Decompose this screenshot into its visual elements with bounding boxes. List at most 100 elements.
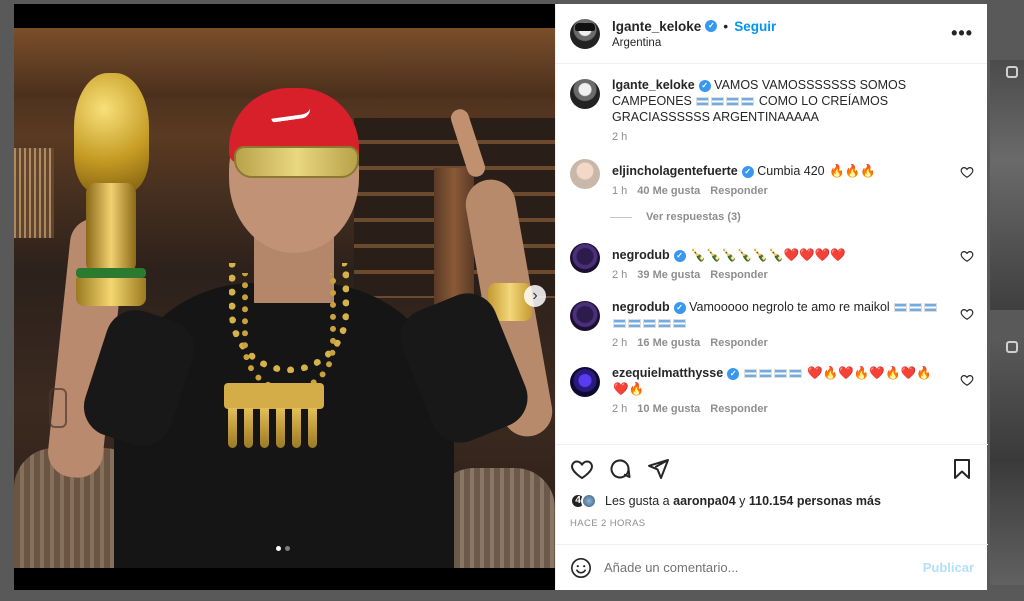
comment-meta: 1 h 40 Me gusta Responder (612, 185, 950, 197)
location-link[interactable]: Argentina (612, 37, 951, 49)
reply-button[interactable]: Responder (710, 403, 767, 415)
header-line: lgante_keloke ✓ • Seguir (612, 18, 951, 34)
avatar[interactable] (570, 79, 600, 109)
argentina-flag-icon (673, 319, 686, 329)
world-cup-trophy (64, 73, 159, 308)
argentina-flag-icon (643, 319, 656, 329)
reply-button[interactable]: Responder (710, 269, 767, 281)
comment-time: 2 h (612, 403, 628, 415)
likes-count-link[interactable]: 39 Me gusta (637, 269, 700, 281)
comment-time: 1 h (612, 185, 628, 197)
trophy-stem (86, 183, 136, 273)
comment-meta: 2 h 10 Me gusta Responder (612, 403, 950, 415)
likes-avatars: 4 (570, 493, 597, 509)
heart-icon[interactable] (960, 165, 974, 179)
post-modal: › lgante_keloke ✓ • Seguir Argentina ••• (14, 4, 988, 590)
comment-username[interactable]: negrodub (612, 248, 670, 262)
comment-username[interactable]: eljincholagentefuerte (612, 164, 738, 178)
carousel-dot (285, 546, 290, 551)
argentina-flag-icon (628, 319, 641, 329)
argentina-flag-icon (894, 303, 908, 313)
background-thumbnail[interactable] (990, 335, 1024, 585)
heart-icon[interactable] (960, 307, 974, 321)
photo-scene (14, 28, 555, 568)
action-bar: 4 Les gusta a aaronpa04 y 110.154 person… (556, 444, 988, 529)
argentina-flag-icon (758, 369, 772, 379)
avatar[interactable] (570, 243, 600, 273)
comment-message: Vamooooo negrolo te amo re maikol (689, 300, 890, 314)
likes-user[interactable]: aaronpa04 (673, 494, 736, 508)
avatar[interactable] (570, 301, 600, 331)
view-replies-button[interactable]: Ver respuestas (3) (610, 211, 974, 223)
argentina-flag-icon (924, 303, 938, 313)
header-username[interactable]: lgante_keloke (612, 19, 701, 34)
heart-icon[interactable] (960, 249, 974, 263)
argentina-flag-icon (788, 369, 802, 379)
comment-text: negrodub ✓ Vamooooo negrolo te amo re mai… (612, 299, 950, 331)
share-icon[interactable] (646, 457, 670, 481)
caption-meta: 2 h (612, 131, 950, 143)
likes-prefix: Les gusta a (605, 494, 670, 508)
caption-text: lgante_keloke ✓ VAMOS VAMOSSSSSSS SOMOS C… (612, 77, 950, 125)
reply-button[interactable]: Responder (710, 337, 767, 349)
heart-icon[interactable] (570, 457, 594, 481)
bookmark-icon[interactable] (950, 457, 974, 481)
publish-button[interactable]: Publicar (923, 560, 974, 575)
likes-count-link[interactable]: 40 Me gusta (637, 185, 700, 197)
avatar[interactable] (570, 159, 600, 189)
comment-emojis: 🔥🔥🔥 (829, 164, 876, 178)
caption-username[interactable]: lgante_keloke (612, 78, 695, 92)
likes-count-link[interactable]: 16 Me gusta (637, 337, 700, 349)
post-time-ago: HACE 2 HORAS (570, 518, 646, 529)
reel-icon (1006, 341, 1018, 353)
likes-count[interactable]: 110.154 personas más (749, 494, 881, 508)
bullet (292, 408, 301, 448)
argentina-flag-icon (773, 369, 787, 379)
comment-meta: 2 h 39 Me gusta Responder (612, 269, 950, 281)
avatar[interactable] (570, 367, 600, 397)
comment-body: negrodub ✓ Vamooooo negrolo te amo re mai… (612, 299, 974, 349)
likes-count-link[interactable]: 10 Me gusta (637, 403, 700, 415)
verified-icon: ✓ (698, 79, 711, 92)
comment-text: negrodub ✓ 🍾🍾🍾🍾🍾🍾❤️❤️❤️❤️ (612, 241, 950, 263)
trophy-base (76, 278, 146, 306)
comment-input[interactable] (604, 560, 923, 575)
carousel-indicator (276, 546, 290, 551)
comment: negrodub ✓ 🍾🍾🍾🍾🍾🍾❤️❤️❤️❤️ 2 h 39 Me gusta… (570, 241, 974, 281)
comment-text: eljincholagentefuerte ✓ Cumbia 420 🔥🔥🔥 (612, 157, 950, 179)
view-replies-label: Ver respuestas (3) (646, 211, 741, 223)
gold-chain (242, 273, 336, 393)
trophy-band (76, 268, 146, 278)
post-photo[interactable]: › (14, 4, 555, 590)
separator: • (723, 18, 729, 34)
post-details-pane: lgante_keloke ✓ • Seguir Argentina ••• l… (555, 4, 988, 590)
header-text: lgante_keloke ✓ • Seguir Argentina (612, 18, 951, 49)
reply-button[interactable]: Responder (710, 185, 767, 197)
verified-icon: ✓ (727, 367, 740, 380)
tattoo (49, 388, 67, 428)
next-photo-button[interactable]: › (524, 285, 546, 307)
comment-meta: 2 h 16 Me gusta Responder (612, 337, 950, 349)
comments-list[interactable]: lgante_keloke ✓ VAMOS VAMOSSSSSSS SOMOS C… (556, 65, 988, 443)
argentina-flag-icon (741, 97, 755, 107)
avatar[interactable] (570, 18, 600, 49)
heart-icon[interactable] (960, 373, 974, 387)
carousel-dot-active (276, 546, 281, 551)
caption: lgante_keloke ✓ VAMOS VAMOSSSSSSS SOMOS C… (570, 77, 974, 143)
verified-icon: ✓ (673, 249, 686, 262)
argentina-flag-icon (711, 97, 725, 107)
comment: negrodub ✓ Vamooooo negrolo te amo re mai… (570, 299, 974, 349)
comment-emojis: ❤️🔥 (613, 382, 645, 396)
comment-icon[interactable] (608, 457, 632, 481)
argentina-flag-icon (613, 319, 626, 329)
follow-button[interactable]: Seguir (734, 19, 776, 34)
smiley-icon[interactable] (570, 557, 592, 579)
verified-icon: ✓ (705, 20, 718, 32)
comment-username[interactable]: ezequielmatthysse (612, 366, 723, 380)
argentina-flag-icon (696, 97, 710, 107)
lamp (14, 148, 54, 238)
comment-body: eljincholagentefuerte ✓ Cumbia 420 🔥🔥🔥 1 … (612, 157, 974, 197)
comment-username[interactable]: negrodub (612, 300, 670, 314)
more-options-icon[interactable]: ••• (951, 23, 973, 44)
background-thumbnail[interactable] (990, 60, 1024, 310)
